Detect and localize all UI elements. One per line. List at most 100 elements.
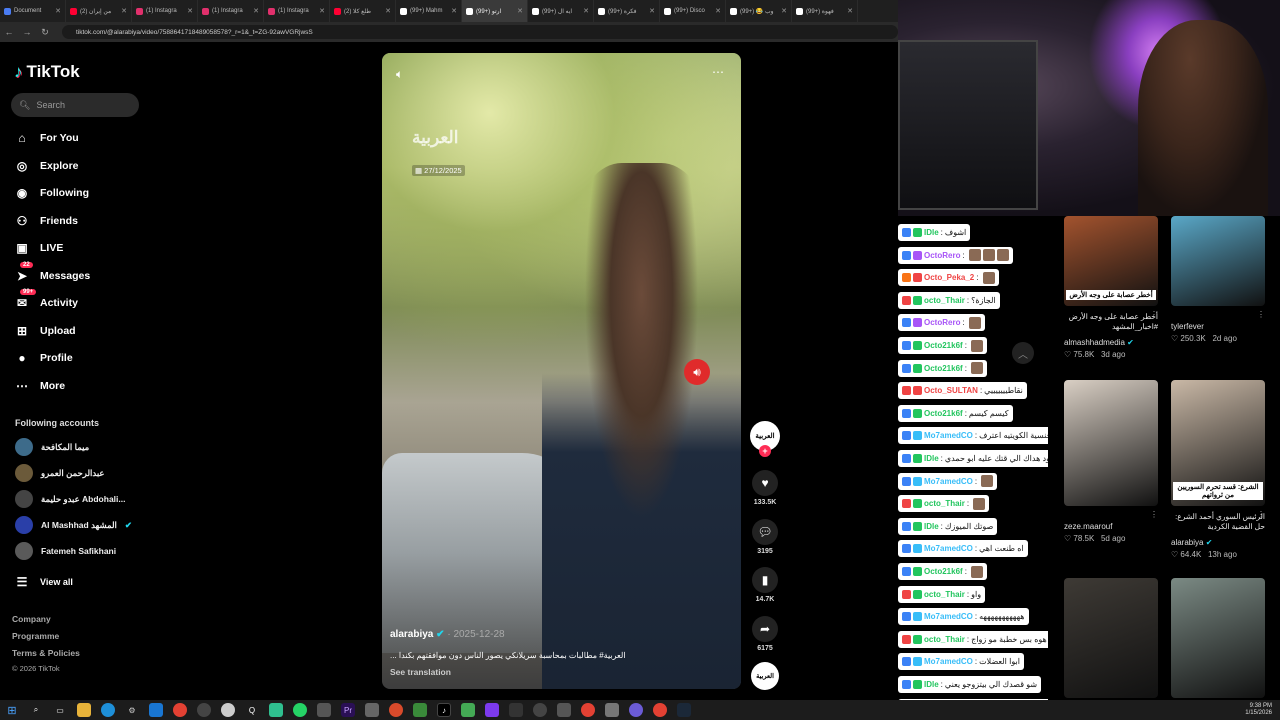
close-icon[interactable]: ✕ [715,7,721,15]
music-disc[interactable]: العربية [751,662,779,690]
scroll-up-button[interactable]: ︿ [1012,342,1034,364]
close-icon[interactable]: ✕ [781,7,787,15]
nav-profile[interactable]: ● Profile [14,350,72,366]
recommended-title[interactable]: أخطر عصابة على وجه الأرض #اخبار_المشهد [1064,312,1158,332]
browser-tab[interactable]: (99+) 😂 وب ✕ [726,0,792,22]
recommended-thumbnail[interactable] [1064,578,1158,698]
settings-icon[interactable]: ⚙ [125,703,139,717]
close-icon[interactable]: ✕ [847,7,853,15]
recommended-thumbnail[interactable] [1171,578,1265,698]
edge-icon[interactable] [101,703,115,717]
volume-icon[interactable]: 🔈︎ [396,67,403,82]
browser-tab[interactable]: (1) Instagra ✕ [264,0,330,22]
nav-messages[interactable]: ➤ 22 Messages [14,262,90,284]
app-icon[interactable] [197,703,211,717]
search-app-icon[interactable]: Q [245,703,259,717]
following-account[interactable]: Fatemeh Safikhani [15,542,116,560]
close-icon[interactable]: ✕ [517,7,523,15]
chrome-icon[interactable] [173,703,187,717]
footer-programme[interactable]: Programme [12,631,59,641]
nav-explore[interactable]: ◎ Explore [14,158,79,174]
whatsapp-icon[interactable] [293,703,307,717]
browser-tab[interactable]: (2) طلع كلا ✕ [330,0,396,22]
close-icon[interactable]: ✕ [583,7,589,15]
app-icon[interactable] [317,703,331,717]
close-icon[interactable]: ✕ [649,7,655,15]
nav-live[interactable]: ▣ LIVE [14,240,63,256]
chrome-icon[interactable] [581,703,595,717]
footer-company[interactable]: Company [12,614,51,624]
following-account[interactable]: Al Mashhad المشهد ✔ [15,516,132,534]
recommended-thumbnail[interactable] [1064,380,1158,506]
close-icon[interactable]: ✕ [451,7,457,15]
app-icon[interactable] [557,703,571,717]
browser-tab[interactable]: (99+) Disco ✕ [660,0,726,22]
close-icon[interactable]: ✕ [187,7,193,15]
app-icon[interactable] [413,703,427,717]
browser-tab[interactable]: (99+) ايه ال ✕ [528,0,594,22]
app-icon[interactable] [365,703,379,717]
reload-icon[interactable]: ↻ [36,27,54,38]
save-button[interactable]: ▮ 14.7K [752,567,778,603]
more-vertical-icon[interactable]: ⋮ [1150,510,1158,519]
app-icon[interactable] [461,703,475,717]
chrome-icon[interactable] [653,703,667,717]
unmute-icon[interactable]: 🔊︎ [684,359,710,385]
close-icon[interactable]: ✕ [319,7,325,15]
app-icon[interactable] [629,703,643,717]
windows-start-icon[interactable]: ⊞ [5,703,19,717]
nav-more[interactable]: ⋯ More [14,378,65,394]
video-author[interactable]: alarabiya ✔ · 2025-12-28 [390,629,505,640]
browser-tab[interactable]: (2) من إيران ✕ [66,0,132,22]
close-icon[interactable]: ✕ [121,7,127,15]
nav-for-you[interactable]: ⌂ For You [14,130,78,146]
more-options-icon[interactable]: ⋯ [712,65,725,79]
recommended-user[interactable]: alarabiya ✔ [1171,538,1212,547]
nav-following[interactable]: ◉ Following [14,185,89,201]
following-account[interactable]: ميما المكافحة [15,438,89,456]
following-account[interactable]: عبدالرحمن العمرو [15,464,105,482]
more-vertical-icon[interactable]: ⋮ [1257,510,1265,519]
app-icon[interactable] [533,703,547,717]
app-icon[interactable] [389,703,403,717]
browser-tab[interactable]: (1) Instagra ✕ [132,0,198,22]
browser-tab[interactable]: (99+) Mahm ✕ [396,0,462,22]
recommended-thumbnail[interactable]: الشرع: قسد تحرم السوريين من ثرواتهم [1171,380,1265,506]
forward-icon[interactable]: → [18,27,36,37]
close-icon[interactable]: ✕ [55,7,61,15]
browser-tab[interactable]: (99+) فكرة ✕ [594,0,660,22]
footer-terms[interactable]: Terms & Policies [12,648,80,658]
close-icon[interactable]: ✕ [385,7,391,15]
task-view-icon[interactable]: ▭ [53,703,67,717]
close-icon[interactable]: ✕ [253,7,259,15]
app-icon[interactable] [221,703,235,717]
browser-tab[interactable]: (99+) فهوة ✕ [792,0,858,22]
app-icon[interactable] [485,703,499,717]
recommended-user[interactable]: tylerfever [1171,322,1204,331]
recommended-user[interactable]: almashhadmedia ✔ [1064,338,1134,347]
nav-activity[interactable]: ✉ 99+ Activity [14,289,78,311]
search-icon[interactable]: ⌕ [29,703,43,717]
see-translation-link[interactable]: See translation [390,667,451,677]
browser-tab[interactable]: (99+) ارتو ✕ [462,0,528,22]
search-input[interactable]: 🔍︎ Search [11,93,139,117]
recommended-title[interactable]: الرئيس السوري أحمد الشرع: حل القضية الكر… [1171,512,1265,532]
more-vertical-icon[interactable]: ⋮ [1150,310,1158,319]
following-account[interactable]: عبدو حليمة Abdohali... [15,490,125,508]
premiere-icon[interactable]: Pr [341,703,355,717]
tiktok-icon[interactable]: ♪ [437,703,451,717]
file-explorer-icon[interactable] [77,703,91,717]
app-icon[interactable] [269,703,283,717]
follow-plus-icon[interactable]: + [759,445,771,457]
url-field[interactable]: tiktok.com/@alarabiya/video/758864171848… [62,25,898,39]
app-icon[interactable] [509,703,523,717]
nav-upload[interactable]: ⊞ Upload [14,323,76,339]
more-vertical-icon[interactable]: ⋮ [1257,310,1265,319]
app-icon[interactable] [605,703,619,717]
video-player[interactable]: العربية ▦ 27/12/2025 🔈︎ ⋯ 🔊︎ alarabiya ✔… [382,53,741,689]
recommended-thumbnail[interactable] [1171,216,1265,306]
recommended-user[interactable]: zeze.maarouf [1064,522,1112,531]
share-button[interactable]: ➦ 6175 [752,616,778,652]
tiktok-logo[interactable]: ♪ TikTok [14,62,80,82]
view-all-link[interactable]: ☰ View all [14,574,73,590]
